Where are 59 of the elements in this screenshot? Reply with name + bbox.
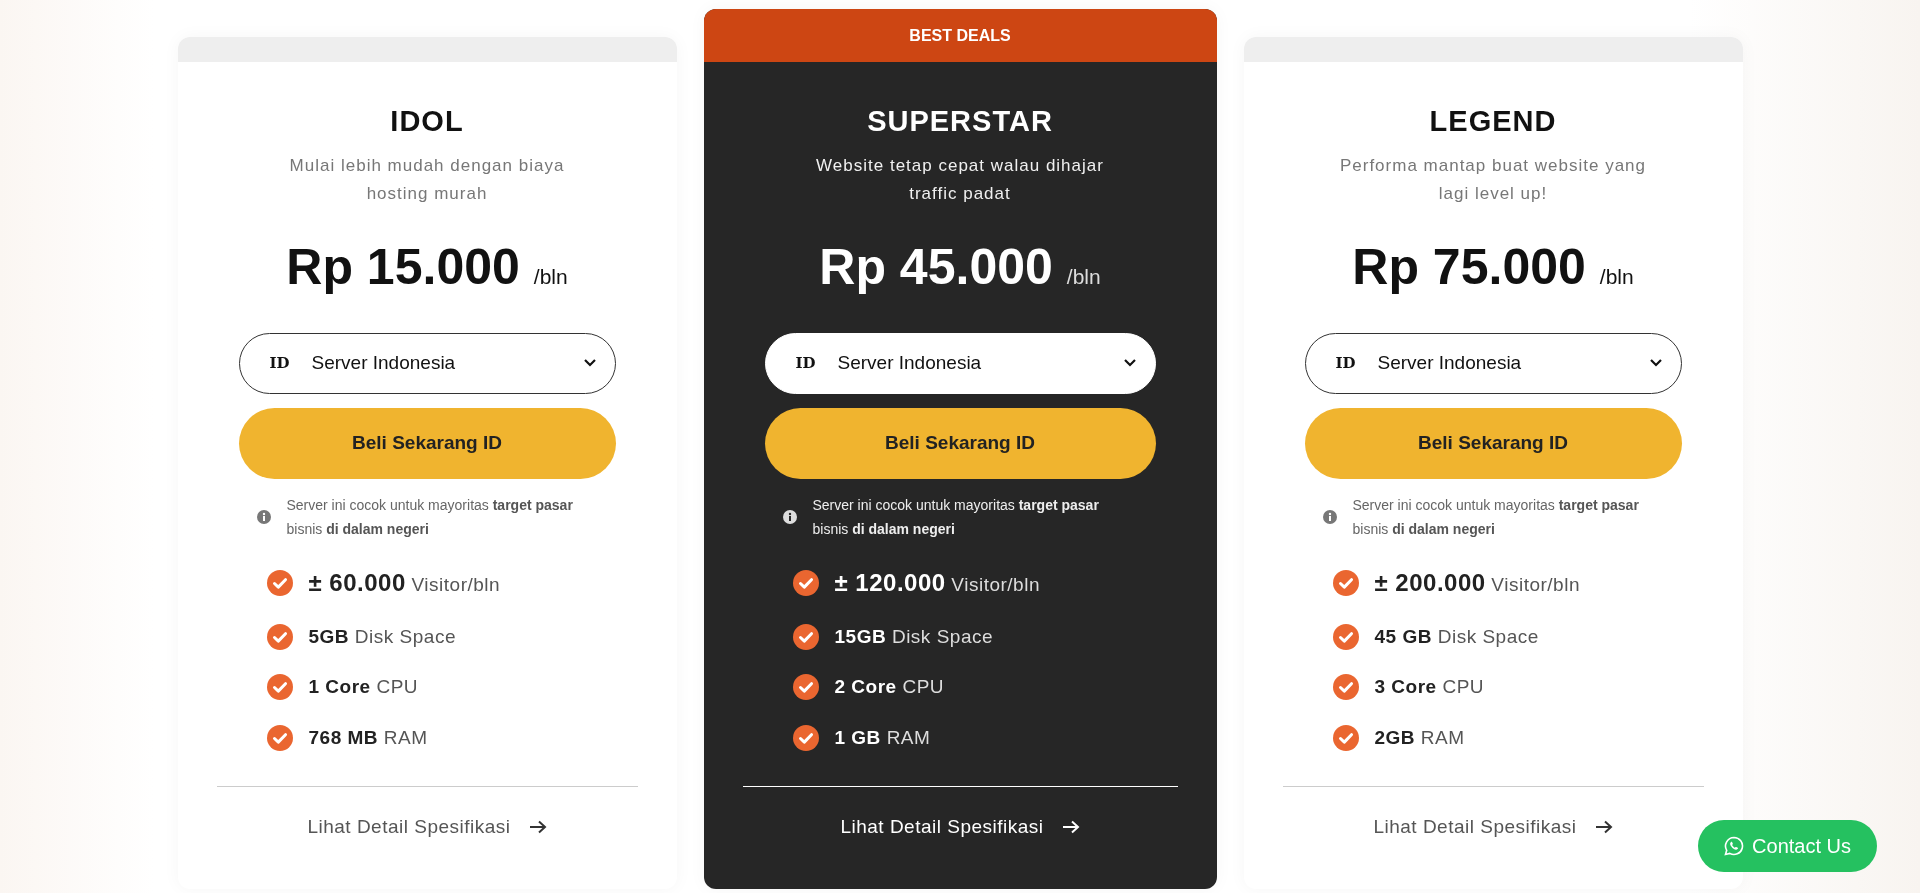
check-icon [792,674,819,701]
chevron-down-icon [1648,358,1663,368]
price-period: /bln [533,263,568,290]
plan-description: Mulai lebih mudah dengan biaya hosting murah [288,154,566,205]
arrow-right-icon [528,820,547,835]
chat-phone-icon [1724,836,1745,856]
info-icon [256,509,271,524]
feature-text: 2 Core CPU [834,675,945,699]
plan-title: IDOL [389,104,465,139]
feature-text: 2GB RAM [1374,725,1465,750]
check-icon [792,569,819,596]
chevron-down-icon [582,358,597,368]
check-icon [1332,674,1359,701]
plan-description: Performa mantap buat website yang lagi level up! [1338,154,1648,205]
plan-description: Website tetap cepat walau dihajar traffic padat [815,154,1105,205]
arrow-right-icon [1594,820,1613,835]
feature-text: ± 120.000 Visitor/bln [834,567,1040,598]
feature-text: 1 Core CPU [308,675,419,699]
server-select[interactable]: ID Server Indonesia [1304,332,1682,394]
price-period: /bln [1599,263,1634,290]
feature-text: 15GB Disk Space [834,624,993,649]
check-icon [1332,569,1359,596]
info-note: Server ini cocok untuk mayoritas target pasar bisnis di dalam negeri [286,495,574,539]
detail-link[interactable]: Lihat Detail Spesifikasi [238,813,616,842]
buy-button[interactable]: Beli Sekarang ID [1304,407,1682,479]
buy-button[interactable]: Beli Sekarang ID [238,407,616,479]
info-icon [1322,509,1337,524]
check-icon [792,724,819,751]
feature-text: ± 200.000 Visitor/bln [1374,567,1580,598]
feature-text: 768 MB RAM [308,725,428,750]
info-icon [782,509,797,524]
check-icon [266,569,293,596]
plan-title: SUPERSTAR [866,104,1054,139]
arrow-right-icon [1061,820,1080,835]
info-note: Server ini cocok untuk mayoritas target pasar bisnis di dalam negeri [1352,495,1640,539]
feature-text: 3 Core CPU [1374,675,1485,699]
check-icon [1332,724,1359,751]
server-select[interactable]: ID Server Indonesia [764,332,1156,394]
check-icon [266,623,293,650]
feature-text: ± 60.000 Visitor/bln [308,567,501,598]
price: Rp 15.000 [286,237,520,297]
feature-text: 5GB Disk Space [308,624,456,649]
price: Rp 45.000 [819,237,1053,297]
feature-text: 1 GB RAM [834,725,931,750]
check-icon [266,674,293,701]
buy-button[interactable]: Beli Sekarang ID [764,407,1156,479]
info-note: Server ini cocok untuk mayoritas target pasar bisnis di dalam negeri [812,495,1100,539]
feature-text: 45 GB Disk Space [1374,624,1539,649]
check-icon [1332,623,1359,650]
chevron-down-icon [1122,358,1137,368]
detail-link[interactable]: Lihat Detail Spesifikasi [764,813,1156,842]
price: Rp 75.000 [1352,237,1586,297]
plan-title: LEGEND [1428,104,1558,139]
check-icon [792,623,819,650]
detail-link[interactable]: Lihat Detail Spesifikasi [1304,813,1682,842]
server-select[interactable]: ID Server Indonesia [238,332,616,394]
badge-label: BEST DEALS [909,25,1011,46]
check-icon [266,724,293,751]
price-period: /bln [1066,263,1101,290]
